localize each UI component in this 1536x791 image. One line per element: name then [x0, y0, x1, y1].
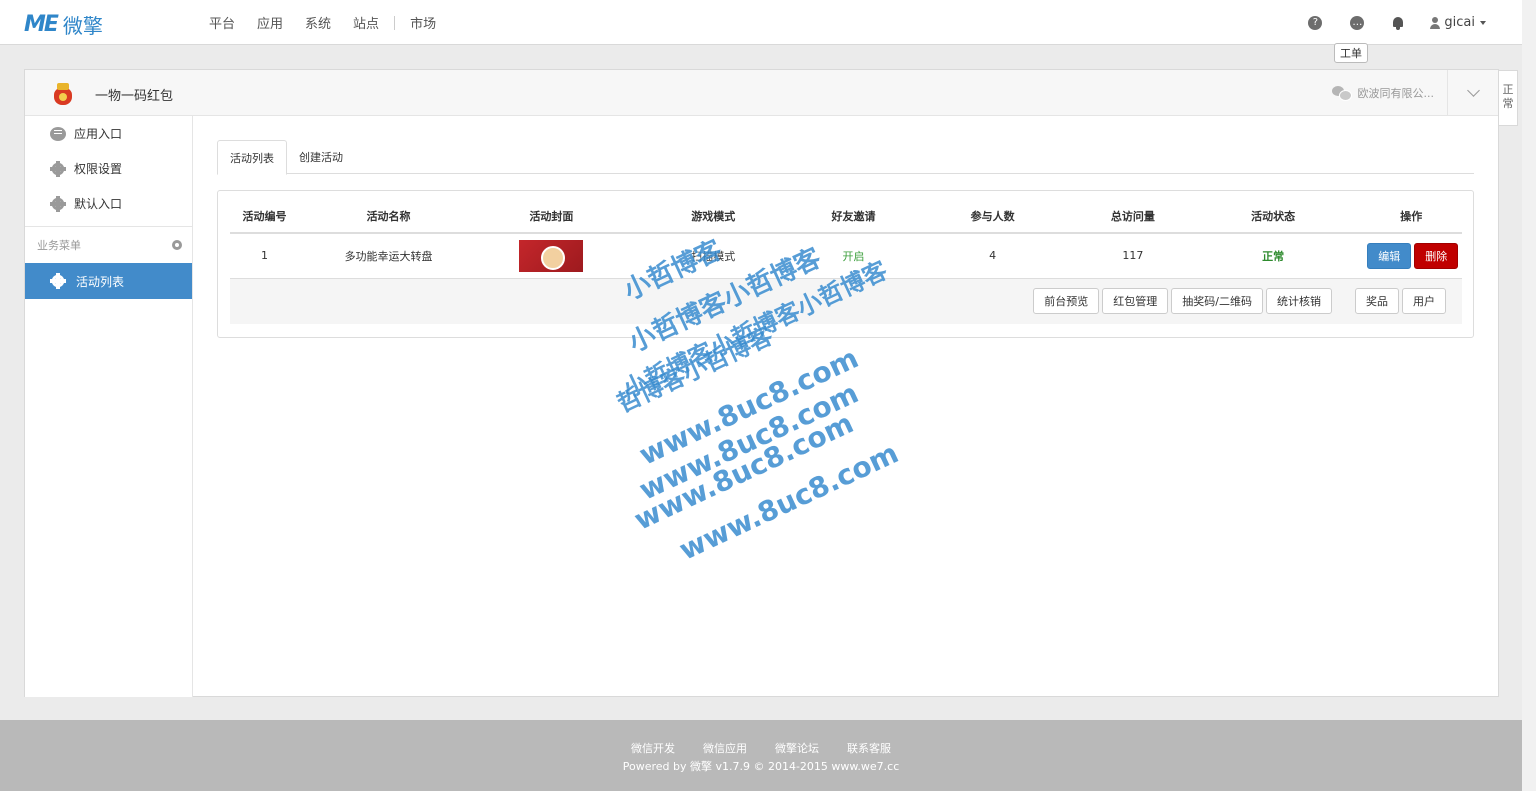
chevron-down-icon	[1466, 83, 1480, 97]
col-visits: 总访问量	[1080, 199, 1186, 234]
tab-activity-list[interactable]: 活动列表	[217, 140, 287, 175]
module-card: 一物一码红包 欧波同有限公... 应用入口 权限设置 默认入口 业务菜单 活动列…	[24, 69, 1499, 697]
footer-link-wechat-apps[interactable]: 微信应用	[703, 740, 747, 756]
cell-mode: 扫描模式	[624, 233, 802, 279]
col-name: 活动名称	[299, 199, 479, 234]
cell-actions: 编辑 删除	[1360, 233, 1462, 279]
table-header-row: 活动编号 活动名称 活动封面 游戏模式 好友邀请 参与人数 总访问量 活动状态 …	[230, 199, 1462, 234]
preview-button[interactable]: 前台预览	[1033, 288, 1100, 315]
nav-item-platform[interactable]: 平台	[198, 13, 246, 32]
edit-button[interactable]: 编辑	[1367, 242, 1412, 269]
sidebar-item-label: 活动列表	[76, 274, 125, 289]
logo[interactable]: ME 微擎	[24, 10, 103, 39]
col-participants: 参与人数	[905, 199, 1080, 234]
account-switcher[interactable]: 欧波同有限公...	[1331, 85, 1435, 101]
nav-item-apps[interactable]: 应用	[246, 13, 294, 32]
top-right-tools: ? … gicai	[1294, 0, 1486, 45]
footer-links: 微信开发 微信应用 微擎论坛 联系客服	[0, 720, 1522, 756]
caret-down-icon	[1480, 20, 1486, 25]
account-name: 欧波同有限公...	[1357, 87, 1435, 100]
redpacket-manage-button[interactable]: 红包管理	[1102, 288, 1169, 315]
powered-by: Powered by 微擎 v1.7.9 © 2014-2015 www.we7…	[622, 760, 900, 773]
activity-table: 活动编号 活动名称 活动封面 游戏模式 好友邀请 参与人数 总访问量 活动状态 …	[230, 199, 1462, 324]
module-title: 一物一码红包	[95, 89, 174, 104]
users-button[interactable]: 用户	[1402, 288, 1446, 315]
cell-invite: 开启	[801, 233, 906, 279]
footer-link-wechat-dev[interactable]: 微信开发	[631, 740, 675, 756]
page-scrollbar[interactable]	[1522, 0, 1536, 791]
activity-tabs: 活动列表 创建活动	[217, 140, 1474, 175]
col-invite: 好友邀请	[801, 199, 906, 234]
sidebar-item-permissions[interactable]: 权限设置	[25, 151, 192, 186]
sidebar-item-default-entry[interactable]: 默认入口	[25, 186, 192, 221]
gear-icon	[50, 160, 66, 177]
footer: 微信开发 微信应用 微擎论坛 联系客服 Powered by 微擎 v1.7.9…	[0, 720, 1522, 791]
sidebar-item-app-entry[interactable]: 应用入口	[25, 116, 192, 151]
message-icon[interactable]: …	[1350, 15, 1365, 30]
logo-text: 微擎	[62, 14, 103, 38]
sidebar-item-label: 应用入口	[74, 127, 123, 141]
tab-create-activity[interactable]: 创建活动	[287, 140, 355, 174]
col-actions: 操作	[1360, 199, 1462, 234]
col-id: 活动编号	[230, 199, 300, 234]
question-circle-icon[interactable]: ?	[1308, 15, 1323, 30]
table-row: 1 多功能幸运大转盘 扫描模式 开启 4 117 正常 编辑 删除	[230, 233, 1462, 279]
sidebar: 应用入口 权限设置 默认入口 业务菜单 活动列表	[25, 116, 193, 697]
wechat-icon	[1331, 86, 1352, 101]
table-subrow-actions: 前台预览 红包管理 抽奖码/二维码 统计核销 奖品 用户	[230, 278, 1462, 324]
ticket-tooltip: 工单	[1334, 43, 1368, 63]
chat-icon	[50, 126, 66, 141]
sub-action-bar: 前台预览 红包管理 抽奖码/二维码 统计核销 奖品 用户	[230, 288, 1462, 315]
sidebar-item-label: 权限设置	[74, 162, 123, 176]
bell-icon[interactable]	[1392, 16, 1404, 30]
col-cover: 活动封面	[478, 199, 625, 234]
top-navbar: ME 微擎 平台 应用 系统 站点 市场 ? … gicai	[0, 0, 1522, 45]
sidebar-item-activity-list[interactable]: 活动列表	[25, 263, 192, 299]
footer-link-forum[interactable]: 微擎论坛	[775, 740, 819, 756]
cell-visits: 117	[1080, 233, 1186, 279]
delete-button[interactable]: 删除	[1414, 242, 1459, 269]
cell-cover	[478, 233, 625, 279]
cell-name: 多功能幸运大转盘	[299, 233, 479, 279]
app-logo-icon	[52, 82, 74, 106]
nav-item-market[interactable]: 市场	[399, 13, 447, 32]
prizes-button[interactable]: 奖品	[1355, 288, 1399, 315]
stats-button[interactable]: 统计核销	[1266, 288, 1332, 315]
module-header: 一物一码红包 欧波同有限公...	[25, 70, 1498, 116]
gear-icon	[50, 195, 66, 212]
settings-icon[interactable]	[172, 240, 182, 250]
gear-icon	[50, 273, 66, 289]
col-mode: 游戏模式	[624, 199, 802, 234]
col-status: 活动状态	[1185, 199, 1361, 234]
sidebar-section-business: 业务菜单	[25, 227, 192, 263]
status-side-tab[interactable]: 正常	[1498, 70, 1518, 126]
user-icon	[1430, 16, 1441, 29]
nav-item-site[interactable]: 站点	[342, 13, 390, 32]
sidebar-section-label: 业务菜单	[37, 239, 81, 252]
nav-item-system[interactable]: 系统	[294, 13, 342, 32]
lottery-code-button[interactable]: 抽奖码/二维码	[1171, 288, 1263, 315]
cell-participants: 4	[905, 233, 1080, 279]
collapse-button[interactable]	[1447, 70, 1498, 115]
logo-mark: ME	[24, 12, 59, 37]
activity-panel: 活动编号 活动名称 活动封面 游戏模式 好友邀请 参与人数 总访问量 活动状态 …	[217, 190, 1474, 338]
user-name: gicai	[1444, 15, 1475, 30]
activity-cover-image[interactable]	[519, 239, 584, 272]
user-menu[interactable]: gicai	[1430, 15, 1486, 30]
cell-id: 1	[230, 233, 300, 279]
main-nav: 平台 应用 系统 站点 市场	[198, 0, 447, 45]
cell-status: 正常	[1185, 233, 1361, 279]
footer-link-support[interactable]: 联系客服	[847, 740, 891, 756]
sidebar-item-label: 默认入口	[74, 197, 123, 211]
nav-divider	[394, 15, 396, 30]
